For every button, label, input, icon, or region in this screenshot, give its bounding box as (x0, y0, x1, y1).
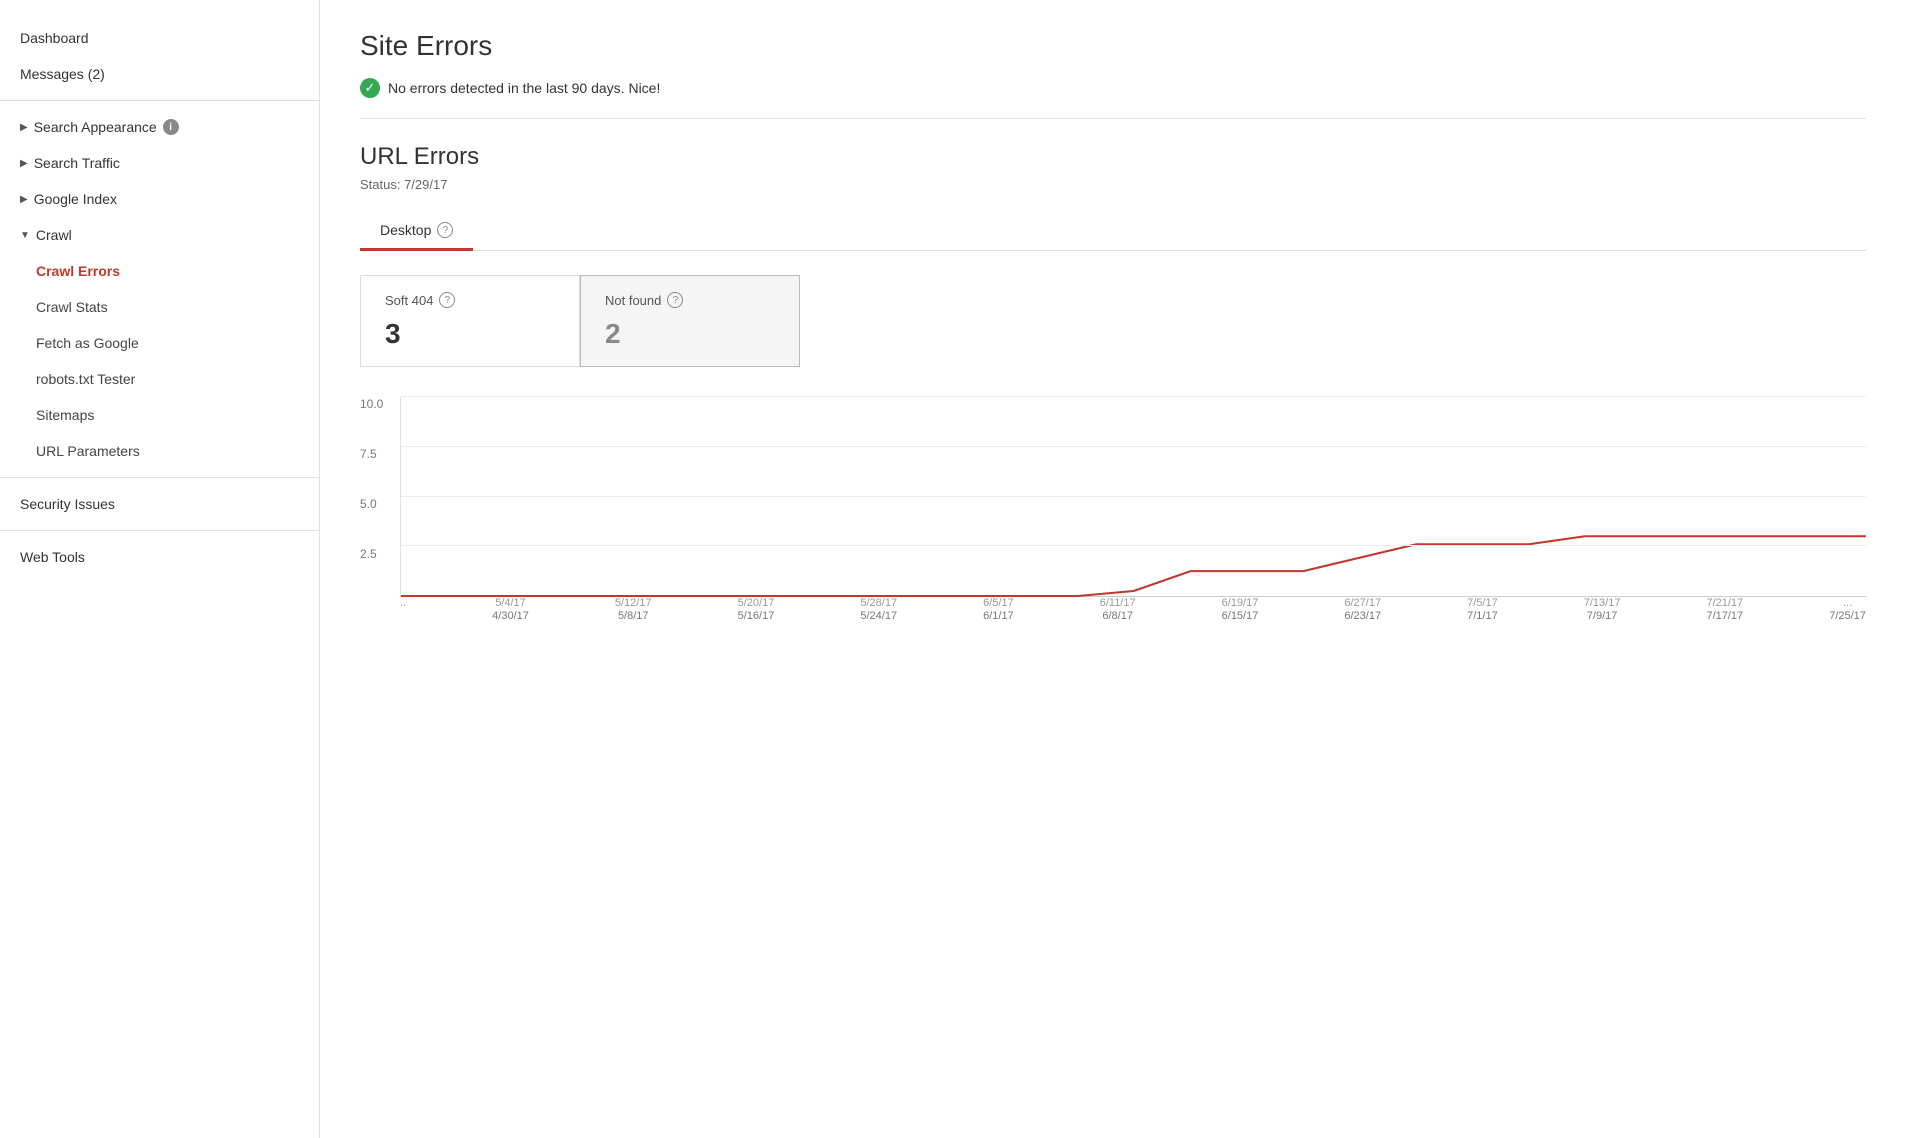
divider-1 (0, 100, 319, 101)
x-label-7-bottom: 6/15/17 (1222, 610, 1259, 622)
x-label-4-top: 5/28/17 (860, 597, 897, 609)
soft404-help-icon[interactable]: ? (439, 292, 455, 308)
check-icon: ✓ (360, 78, 380, 98)
y-label-75: 7.5 (360, 447, 392, 461)
chart-container: 2.5 5.0 7.5 10.0 .. 5/4/17 4/ (360, 397, 1866, 627)
soft404-label: Soft 404 ? (385, 292, 555, 308)
x-label-10-bottom: 7/9/17 (1587, 610, 1618, 622)
tab-desktop[interactable]: Desktop ? (360, 212, 473, 251)
x-label-0-top: .. (400, 597, 406, 609)
x-label-6-top: 6/11/17 (1100, 597, 1136, 609)
sidebar-item-search-appearance-label: Search Appearance (34, 119, 157, 135)
x-label-3-bottom: 5/16/17 (738, 610, 775, 622)
x-label-4-bottom: 5/24/17 (860, 610, 897, 622)
x-label-11-top: 7/21/17 (1706, 597, 1743, 609)
divider-2 (0, 477, 319, 478)
x-label-9-bottom: 7/1/17 (1467, 610, 1498, 622)
y-label-25: 2.5 (360, 547, 392, 561)
x-label-10-top: 7/13/17 (1584, 597, 1621, 609)
x-label-1: 5/4/17 4/30/17 (492, 597, 529, 622)
soft404-value: 3 (385, 318, 555, 350)
chart-x-labels: .. 5/4/17 4/30/17 5/12/17 5/8/17 5/20/17… (400, 597, 1866, 627)
error-card-soft404[interactable]: Soft 404 ? 3 (360, 275, 580, 367)
sidebar-item-search-appearance[interactable]: ▶ Search Appearance i (0, 109, 319, 145)
chevron-right-icon: ▶ (20, 122, 28, 133)
sidebar-item-search-traffic[interactable]: ▶ Search Traffic (0, 145, 319, 181)
x-label-11-bottom: 7/17/17 (1706, 610, 1743, 622)
x-label-12-bottom: 7/25/17 (1829, 610, 1866, 622)
x-label-5-bottom: 6/1/17 (983, 610, 1014, 622)
y-label-100: 10.0 (360, 397, 392, 411)
sidebar: Dashboard Messages (2) ▶ Search Appearan… (0, 0, 320, 1138)
sidebar-item-google-index-label: Google Index (34, 191, 117, 207)
x-label-1-top: 5/4/17 (495, 597, 526, 609)
chart-y-labels: 2.5 5.0 7.5 10.0 (360, 397, 400, 597)
divider-3 (0, 530, 319, 531)
x-label-9: 7/5/17 7/1/17 (1467, 597, 1498, 622)
x-label-1-bottom: 4/30/17 (492, 610, 529, 622)
sidebar-item-search-traffic-label: Search Traffic (34, 155, 120, 171)
url-errors-title: URL Errors (360, 143, 1866, 171)
x-label-0: .. (400, 597, 406, 610)
sidebar-item-web-tools[interactable]: Web Tools (0, 539, 319, 575)
no-errors-bar: ✓ No errors detected in the last 90 days… (360, 78, 1866, 98)
not-found-label: Not found ? (605, 292, 775, 308)
sidebar-item-sitemaps[interactable]: Sitemaps (0, 397, 319, 433)
main-content: Site Errors ✓ No errors detected in the … (320, 0, 1906, 1138)
chevron-down-icon: ▼ (20, 230, 30, 241)
section-divider (360, 118, 1866, 119)
info-icon[interactable]: i (163, 119, 179, 135)
x-label-8-top: 6/27/17 (1344, 597, 1381, 609)
tab-desktop-label: Desktop (380, 222, 431, 238)
grid-line-100 (401, 396, 1866, 397)
x-label-2: 5/12/17 5/8/17 (615, 597, 652, 622)
chart-area (400, 397, 1866, 597)
sidebar-item-crawl[interactable]: ▼ Crawl (0, 217, 319, 253)
chart-line-svg (401, 397, 1866, 596)
x-label-5-top: 6/5/17 (983, 597, 1014, 609)
x-label-7-top: 6/19/17 (1222, 597, 1259, 609)
error-cards: Soft 404 ? 3 Not found ? 2 (360, 275, 1866, 367)
sidebar-item-robots-txt[interactable]: robots.txt Tester (0, 361, 319, 397)
sidebar-item-google-index[interactable]: ▶ Google Index (0, 181, 319, 217)
x-label-4: 5/28/17 5/24/17 (860, 597, 897, 622)
sidebar-item-dashboard[interactable]: Dashboard (0, 20, 319, 56)
x-label-6: 6/11/17 6/8/17 (1100, 597, 1136, 622)
not-found-help-icon[interactable]: ? (667, 292, 683, 308)
chevron-right-icon-3: ▶ (20, 194, 28, 205)
sidebar-item-crawl-label: Crawl (36, 227, 72, 243)
x-label-3: 5/20/17 5/16/17 (738, 597, 775, 622)
x-label-2-top: 5/12/17 (615, 597, 652, 609)
sidebar-item-security-issues[interactable]: Security Issues (0, 486, 319, 522)
no-errors-message: No errors detected in the last 90 days. … (388, 80, 660, 96)
x-label-11: 7/21/17 7/17/17 (1706, 597, 1743, 622)
x-label-10: 7/13/17 7/9/17 (1584, 597, 1621, 622)
grid-line-50 (401, 496, 1866, 497)
grid-line-25 (401, 545, 1866, 546)
tabs-bar: Desktop ? (360, 212, 1866, 251)
status-text: Status: 7/29/17 (360, 177, 1866, 192)
sidebar-item-messages[interactable]: Messages (2) (0, 56, 319, 92)
chevron-right-icon-2: ▶ (20, 158, 28, 169)
x-label-12: ... 7/25/17 (1829, 597, 1866, 622)
sidebar-item-url-parameters[interactable]: URL Parameters (0, 433, 319, 469)
x-label-8: 6/27/17 6/23/17 (1344, 597, 1381, 622)
sidebar-item-crawl-stats[interactable]: Crawl Stats (0, 289, 319, 325)
x-label-9-top: 7/5/17 (1467, 597, 1498, 609)
x-label-12-top: ... (1843, 597, 1852, 609)
x-label-5: 6/5/17 6/1/17 (983, 597, 1014, 622)
y-label-50: 5.0 (360, 497, 392, 511)
x-label-3-top: 5/20/17 (738, 597, 775, 609)
x-label-2-bottom: 5/8/17 (618, 610, 649, 622)
x-label-6-bottom: 6/8/17 (1102, 610, 1133, 622)
not-found-value: 2 (605, 318, 775, 350)
page-title: Site Errors (360, 30, 1866, 62)
sidebar-item-crawl-errors[interactable]: Crawl Errors (0, 253, 319, 289)
sidebar-item-fetch-as-google[interactable]: Fetch as Google (0, 325, 319, 361)
tab-help-icon[interactable]: ? (437, 222, 453, 238)
error-card-not-found[interactable]: Not found ? 2 (580, 275, 800, 367)
x-label-8-bottom: 6/23/17 (1344, 610, 1381, 622)
grid-line-75 (401, 446, 1866, 447)
x-label-7: 6/19/17 6/15/17 (1222, 597, 1259, 622)
